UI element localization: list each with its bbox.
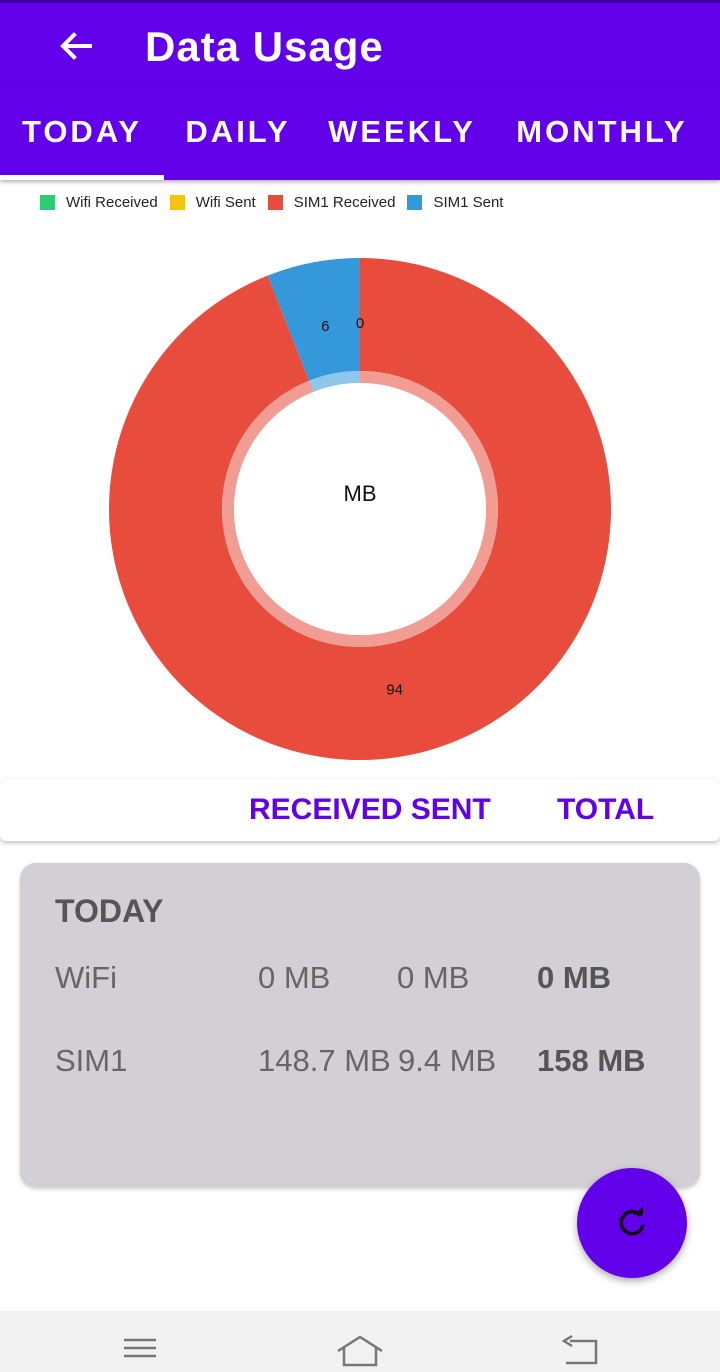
chart-value-label: 6 bbox=[321, 318, 329, 335]
tab-today[interactable]: TODAY bbox=[0, 87, 164, 180]
legend-swatch bbox=[40, 194, 55, 210]
chart-center-label: MB bbox=[344, 481, 377, 506]
summary-period-title: TODAY bbox=[55, 893, 164, 929]
total-value: 0 MB bbox=[537, 960, 612, 995]
usage-summary-card: TODAY WiFi 0 MB 0 MB 0 MB SIM1 148.7 MB … bbox=[20, 863, 700, 1187]
received-value: 148.7 MB bbox=[258, 1043, 391, 1078]
sent-value: 0 MB bbox=[397, 960, 470, 995]
tab-indicator bbox=[0, 175, 164, 180]
total-header: TOTAL bbox=[557, 793, 655, 826]
tab-daily[interactable]: DAILY bbox=[164, 87, 312, 180]
legend-swatch bbox=[407, 194, 423, 210]
arrow-left-icon bbox=[60, 32, 92, 60]
row-name: WiFi bbox=[55, 960, 117, 995]
received-value: 0 MB bbox=[258, 960, 331, 995]
legend-label: SIM1 Received bbox=[293, 193, 396, 211]
chart-center-hole bbox=[234, 383, 486, 635]
period-tabs: TODAY DAILY WEEKLY MONTHLY bbox=[0, 87, 720, 180]
page-title: Data Usage bbox=[145, 23, 384, 70]
legend-item-wifi-received: Wifi Received bbox=[40, 194, 158, 211]
legend-swatch bbox=[169, 194, 185, 210]
chart-value-label: 94 bbox=[386, 682, 403, 699]
chart-legend: Wifi Received Wifi Sent SIM1 Received SI… bbox=[40, 192, 515, 212]
received-sent-header: RECEIVED SENT bbox=[249, 793, 491, 826]
home-nav-button[interactable] bbox=[336, 1335, 384, 1372]
system-nav-bar bbox=[0, 1311, 720, 1372]
home-icon bbox=[337, 1335, 383, 1367]
column-header: RECEIVED SENT TOTAL bbox=[0, 779, 720, 841]
total-value: 158 MB bbox=[537, 1043, 646, 1078]
legend-item-wifi-sent: Wifi Sent bbox=[169, 193, 256, 211]
row-name: SIM1 bbox=[55, 1043, 128, 1078]
legend-item-sim1-received: SIM1 Received bbox=[267, 193, 396, 211]
refresh-button[interactable] bbox=[577, 1168, 687, 1278]
tab-monthly[interactable]: MONTHLY bbox=[492, 87, 712, 180]
chart-value-label: 0 bbox=[356, 315, 364, 332]
back-nav-button[interactable] bbox=[560, 1334, 600, 1372]
legend-swatch bbox=[267, 194, 283, 210]
refresh-icon bbox=[619, 1207, 645, 1236]
legend-label: Wifi Sent bbox=[195, 193, 256, 211]
legend-label: SIM1 Sent bbox=[433, 193, 504, 211]
back-nav-icon bbox=[561, 1334, 598, 1365]
app-bar: Data Usage bbox=[0, 0, 720, 87]
tab-weekly[interactable]: WEEKLY bbox=[312, 87, 492, 180]
legend-item-sim1-sent: SIM1 Sent bbox=[407, 194, 503, 211]
legend-label: Wifi Received bbox=[66, 193, 158, 211]
menu-nav-button[interactable] bbox=[122, 1329, 158, 1364]
usage-donut-chart[interactable]: 0 94 6 MB bbox=[0, 230, 720, 780]
menu-icon bbox=[124, 1338, 156, 1358]
sent-value: 9.4 MB bbox=[398, 1043, 497, 1078]
back-button[interactable] bbox=[52, 23, 100, 71]
